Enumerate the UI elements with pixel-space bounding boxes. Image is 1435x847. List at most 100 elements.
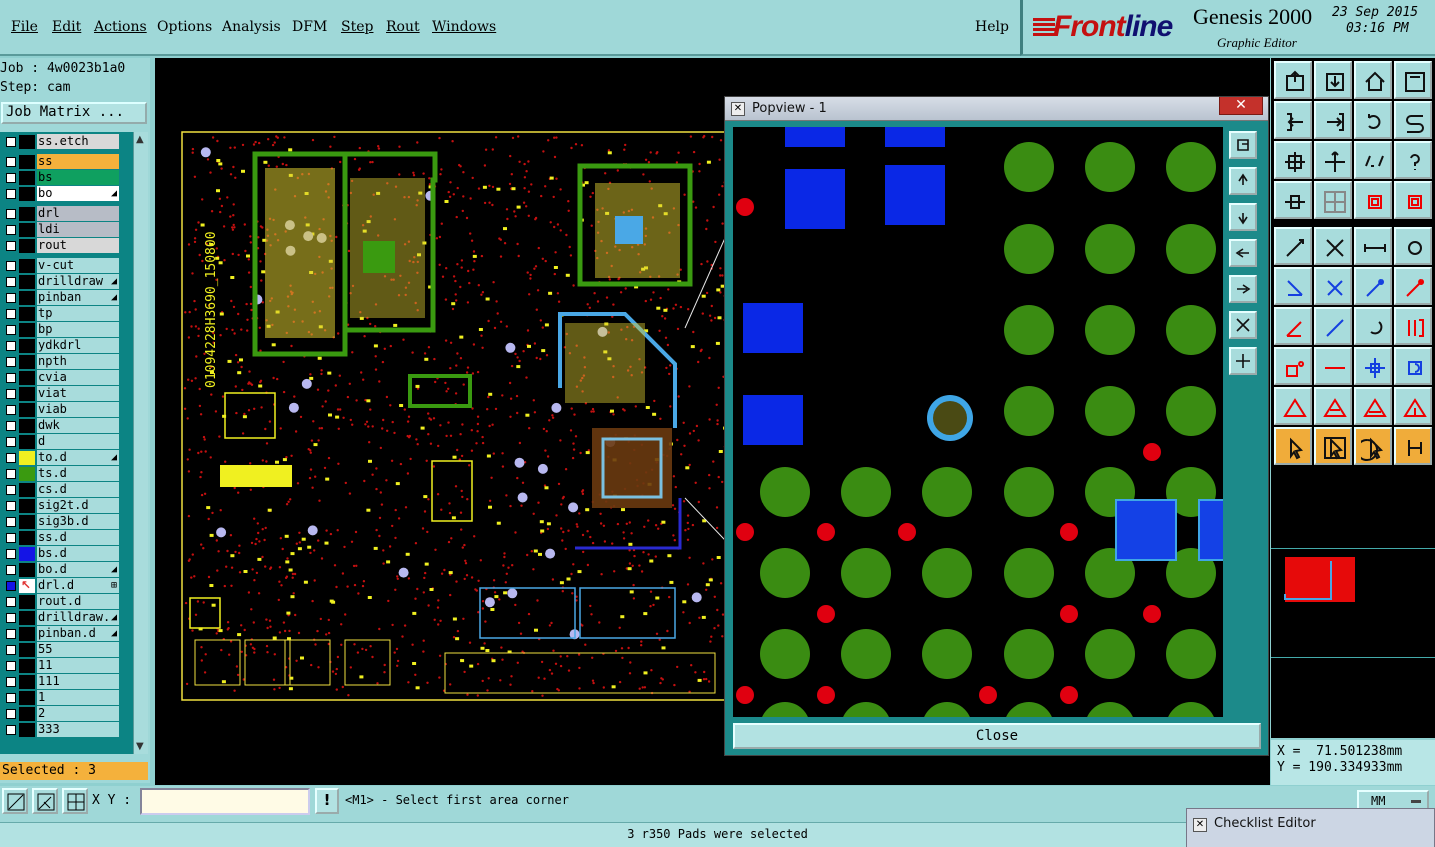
layer-checkbox[interactable] [6,645,16,655]
menu-windows[interactable]: Windows [432,19,496,35]
popview-down-icon[interactable] [1229,203,1257,231]
layer-color-swatch[interactable] [19,483,35,497]
layer-checkbox[interactable] [6,565,16,575]
select-box-icon[interactable] [1314,427,1352,465]
layer-checkbox[interactable] [6,241,16,251]
layer-color-swatch[interactable] [19,563,35,577]
layer-name[interactable]: drl [37,206,119,221]
layer-color-swatch[interactable] [19,371,35,385]
layer-color-swatch[interactable] [19,611,35,625]
layer-checkbox[interactable] [6,421,16,431]
layer-name[interactable]: cvia [37,370,119,385]
add-pad-icon[interactable] [1274,227,1312,265]
select-alt-icon[interactable] [1354,427,1392,465]
layer-color-swatch[interactable] [19,659,35,673]
layer-color-swatch[interactable] [19,451,35,465]
layer-checkbox[interactable] [6,389,16,399]
layer-scrollbar[interactable]: ▲ ▼ [133,132,148,754]
layer-row[interactable]: rout.d [2,594,120,609]
layer-checkbox[interactable] [6,261,16,271]
layer-name[interactable]: rout.d [37,594,119,609]
connect-icon[interactable] [1274,267,1312,305]
circle-pad-icon[interactable] [1394,227,1432,265]
grid-snap-icon[interactable] [62,788,88,814]
layer-checkbox[interactable] [6,501,16,511]
layer-row[interactable]: bs [2,170,120,185]
route-icon[interactable] [1354,267,1392,305]
layer-row[interactable]: sig2t.d [2,498,120,513]
layer-checkbox[interactable] [6,549,16,559]
layer-checkbox[interactable] [6,453,16,463]
layer-name[interactable]: drl.d ⊞ [37,578,119,593]
layer-row[interactable]: dwk [2,418,120,433]
layer-color-swatch[interactable] [19,515,35,529]
open-job-icon[interactable] [1274,61,1312,99]
layer-checkbox[interactable] [6,709,16,719]
layer-row[interactable]: tp [2,306,120,321]
layer-row[interactable]: pinban.d ◢ [2,626,120,641]
layer-name[interactable]: ss.etch [37,134,119,149]
layer-name[interactable]: ts.d [37,466,119,481]
layer-checkbox[interactable] [6,225,16,235]
triangle-2-icon[interactable] [1314,387,1352,425]
layer-color-swatch[interactable] [19,207,35,221]
layer-name[interactable]: bs [37,170,119,185]
layer-name[interactable]: cs.d [37,482,119,497]
layer-name[interactable]: npth [37,354,119,369]
layer-checkbox[interactable] [6,209,16,219]
layer-name[interactable]: viat [37,386,119,401]
layer-row[interactable]: rout [2,238,120,253]
layer-color-swatch[interactable] [19,187,35,201]
layer-checkbox[interactable] [6,325,16,335]
s-curve-icon[interactable] [1394,101,1432,139]
job-matrix-button[interactable]: Job Matrix ... [1,102,147,124]
angle-icon[interactable] [1274,307,1312,345]
select-net-icon[interactable] [1394,427,1432,465]
zoom-1to1-icon[interactable] [1354,141,1392,179]
layer-checkbox[interactable] [6,405,16,415]
layer-checkbox[interactable] [6,357,16,367]
popview-canvas[interactable] [733,127,1223,717]
layer-color-swatch[interactable] [19,223,35,237]
layer-checkbox[interactable] [6,693,16,703]
scroll-up-icon[interactable]: ▲ [136,134,144,145]
layer-row[interactable]: ↖ drl.d ⊞ [2,578,120,593]
layer-row[interactable]: ss [2,154,120,169]
snap-icon[interactable] [1274,181,1312,219]
layer-row[interactable]: 1 [2,690,120,705]
xy-input[interactable] [140,788,310,815]
move-left-icon[interactable] [1274,101,1312,139]
layer-checkbox[interactable] [6,137,16,147]
layer-row[interactable]: cvia [2,370,120,385]
layer-row[interactable]: bo.d ◢ [2,562,120,577]
layer-color-swatch[interactable] [19,323,35,337]
window-icon[interactable] [1394,61,1432,99]
angle-icon[interactable] [32,788,58,814]
popview-close-button[interactable]: Close [733,723,1261,749]
layer-row[interactable]: npth [2,354,120,369]
layer-checkbox[interactable] [6,661,16,671]
layer-row[interactable]: 55 [2,642,120,657]
layer-checkbox[interactable] [6,597,16,607]
layer-name[interactable]: bs.d [37,546,119,561]
layer-color-swatch[interactable] [19,155,35,169]
layer-checkbox[interactable] [6,189,16,199]
layer-color-swatch[interactable] [19,307,35,321]
popview-left-icon[interactable] [1229,239,1257,267]
layer-color-swatch[interactable]: ↖ [19,578,35,593]
layer-color-swatch[interactable] [19,355,35,369]
layer-row[interactable]: viab [2,402,120,417]
checklist-editor-window[interactable]: ✕ Checklist Editor [1186,808,1435,847]
layer-name[interactable]: drilldraw. ◢ [37,610,119,625]
layer-color-swatch[interactable] [19,707,35,721]
layer-checkbox[interactable] [6,277,16,287]
menu-analysis[interactable]: Analysis [222,19,281,35]
layer-name[interactable]: d [37,434,119,449]
arc-icon[interactable] [1354,307,1392,345]
layer-name[interactable]: v-cut [37,258,119,273]
layer-checkbox[interactable] [6,293,16,303]
layer-red-icon[interactable] [1354,181,1392,219]
layer-name[interactable]: to.d ◢ [37,450,119,465]
triangle-3-icon[interactable] [1354,387,1392,425]
layer-blue-icon[interactable] [1394,181,1432,219]
